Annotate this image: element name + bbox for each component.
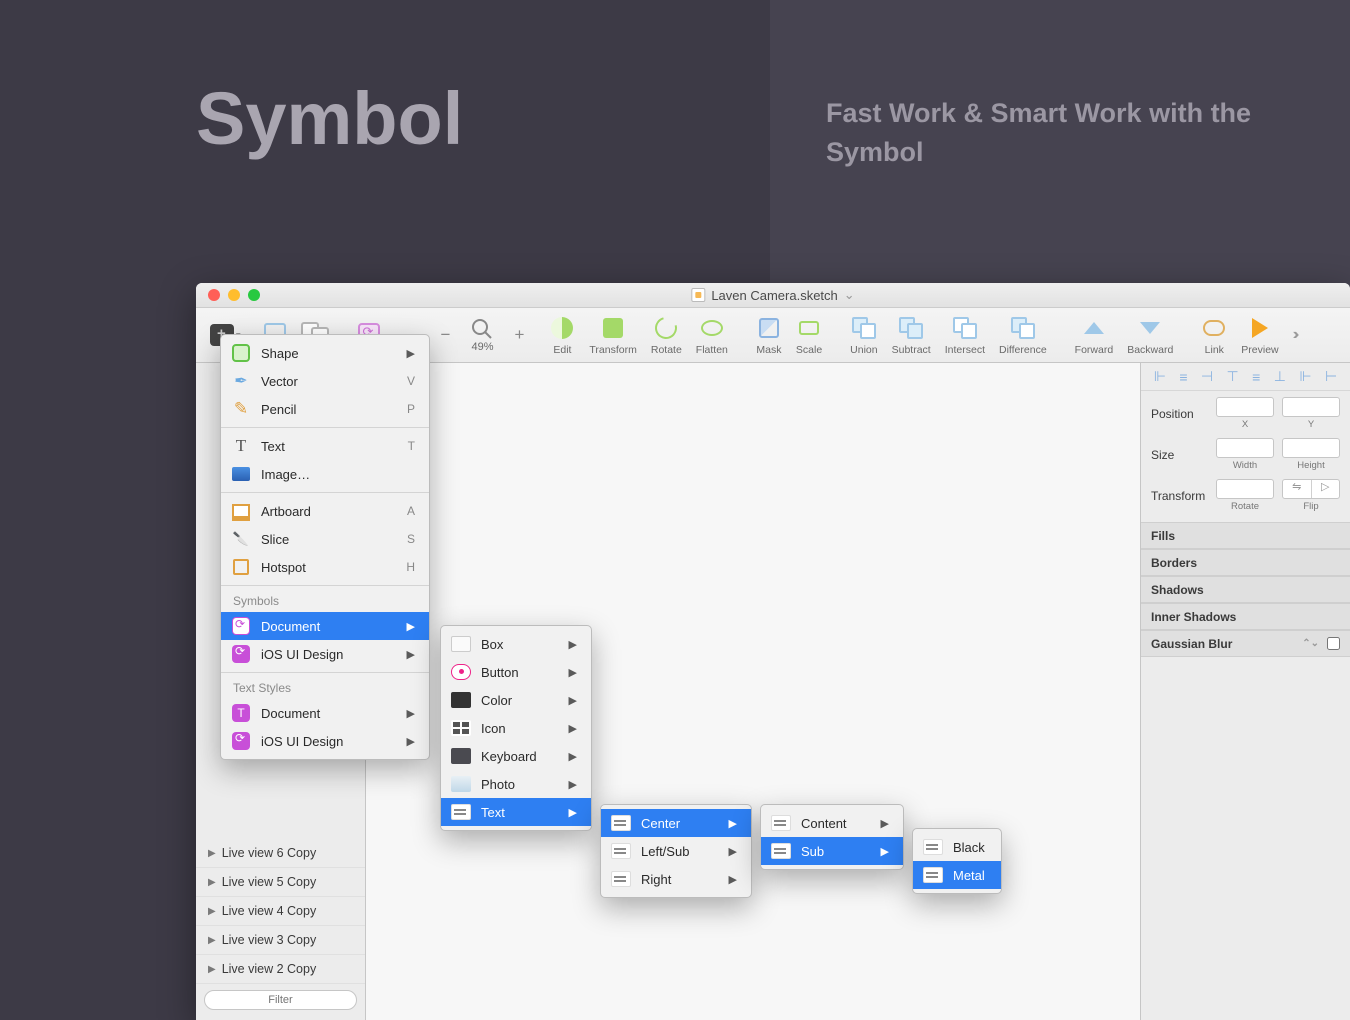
- submenu-item[interactable]: Content▶: [761, 809, 903, 837]
- align-center-h-icon[interactable]: ≡: [1179, 369, 1187, 385]
- document-submenu: Box▶Button▶Color▶Icon▶Keyboard▶Photo▶Tex…: [440, 625, 592, 831]
- titlebar: Laven Camera.sketch ⌄: [196, 283, 1350, 308]
- align-bottom-icon[interactable]: ⊥: [1274, 368, 1286, 385]
- submenu-item[interactable]: Photo▶: [441, 770, 591, 798]
- link-button[interactable]: Link: [1194, 315, 1234, 356]
- union-button[interactable]: Union: [843, 315, 884, 356]
- borders-section[interactable]: Borders: [1141, 549, 1350, 576]
- zoom-out-button[interactable]: −: [437, 325, 455, 345]
- backward-button[interactable]: Backward: [1120, 315, 1180, 356]
- scale-button[interactable]: Scale: [789, 315, 829, 356]
- text-submenu: Center▶Left/Sub▶Right▶: [600, 804, 752, 898]
- menu-text-styles-ios[interactable]: iOS UI Design▶: [221, 727, 429, 755]
- layer-item[interactable]: ▶Live view 4 Copy: [196, 897, 365, 926]
- rotate-input[interactable]: [1216, 479, 1274, 499]
- flip-control[interactable]: ⇋▷: [1282, 479, 1340, 499]
- intersect-button[interactable]: Intersect: [938, 315, 992, 356]
- forward-button[interactable]: Forward: [1068, 315, 1121, 356]
- difference-button[interactable]: Difference: [992, 315, 1054, 356]
- submenu-item[interactable]: Button▶: [441, 658, 591, 686]
- transform-label: Transform: [1151, 489, 1208, 503]
- mask-button[interactable]: Mask: [749, 315, 789, 356]
- menu-hotspot[interactable]: HotspotH: [221, 553, 429, 581]
- menu-artboard[interactable]: ArtboardA: [221, 497, 429, 525]
- insert-menu: Shape▶ VectorV PencilP TTextT Image… Art…: [220, 334, 430, 760]
- symbols-header: Symbols: [221, 590, 429, 612]
- transform-button[interactable]: Transform: [582, 315, 643, 356]
- menu-pencil[interactable]: PencilP: [221, 395, 429, 423]
- width-input[interactable]: [1216, 438, 1274, 458]
- submenu-item[interactable]: Box▶: [441, 630, 591, 658]
- position-y-input[interactable]: [1282, 397, 1340, 417]
- layer-item[interactable]: ▶Live view 5 Copy: [196, 868, 365, 897]
- menu-symbols-ios[interactable]: iOS UI Design▶: [221, 640, 429, 668]
- position-label: Position: [1151, 407, 1208, 421]
- distribute-h-icon[interactable]: ⊩: [1299, 368, 1311, 385]
- submenu-item[interactable]: Keyboard▶: [441, 742, 591, 770]
- align-center-v-icon[interactable]: ≡: [1252, 369, 1260, 385]
- hero-subtitle: Fast Work & Smart Work with the Symbol: [826, 94, 1350, 172]
- menu-image[interactable]: Image…: [221, 460, 429, 488]
- flatten-button[interactable]: Flatten: [689, 315, 735, 356]
- submenu-item[interactable]: Metal: [913, 861, 1001, 889]
- zoom-in-button[interactable]: +: [510, 325, 528, 345]
- distribute-v-icon[interactable]: ⊢: [1325, 368, 1337, 385]
- zoom-icon[interactable]: [248, 289, 260, 301]
- sub-submenu: BlackMetal: [912, 828, 1002, 894]
- window-title: Laven Camera.sketch: [711, 288, 837, 303]
- close-icon[interactable]: [208, 289, 220, 301]
- layer-item[interactable]: ▶Live view 6 Copy: [196, 839, 365, 868]
- layer-item[interactable]: ▶Live view 3 Copy: [196, 926, 365, 955]
- edit-button[interactable]: Edit: [542, 315, 582, 356]
- menu-text-styles-document[interactable]: TDocument▶: [221, 699, 429, 727]
- size-label: Size: [1151, 448, 1208, 462]
- shadows-section[interactable]: Shadows: [1141, 576, 1350, 603]
- submenu-item[interactable]: Icon▶: [441, 714, 591, 742]
- minimize-icon[interactable]: [228, 289, 240, 301]
- rotate-button[interactable]: Rotate: [644, 315, 689, 356]
- height-input[interactable]: [1282, 438, 1340, 458]
- inner-shadows-section[interactable]: Inner Shadows: [1141, 603, 1350, 630]
- preview-button[interactable]: Preview: [1234, 315, 1285, 356]
- file-icon: [691, 288, 705, 302]
- menu-vector[interactable]: VectorV: [221, 367, 429, 395]
- submenu-item[interactable]: Text▶: [441, 798, 591, 826]
- submenu-item[interactable]: Color▶: [441, 686, 591, 714]
- submenu-item[interactable]: Center▶: [601, 809, 751, 837]
- submenu-item[interactable]: Right▶: [601, 865, 751, 893]
- magnifier-icon: [470, 317, 494, 341]
- zoom-level: 49%: [454, 341, 510, 353]
- inspector-panel: ⊩ ≡ ⊣ ⊤ ≡ ⊥ ⊩ ⊢ Position X Y Size Width …: [1140, 363, 1350, 1020]
- menu-text[interactable]: TTextT: [221, 432, 429, 460]
- align-right-icon[interactable]: ⊣: [1201, 368, 1213, 385]
- position-x-input[interactable]: [1216, 397, 1274, 417]
- submenu-item[interactable]: Sub▶: [761, 837, 903, 865]
- gaussian-blur-section[interactable]: Gaussian Blur⌃⌄: [1141, 630, 1350, 657]
- filter-input[interactable]: [204, 990, 357, 1010]
- chevron-down-icon[interactable]: ⌄: [844, 287, 855, 303]
- subtract-button[interactable]: Subtract: [885, 315, 938, 356]
- center-submenu: Content▶Sub▶: [760, 804, 904, 870]
- menu-symbols-document[interactable]: Document▶: [221, 612, 429, 640]
- layer-item[interactable]: ▶Live view 2 Copy: [196, 955, 365, 984]
- hero-title: Symbol: [196, 76, 463, 161]
- fills-section[interactable]: Fills: [1141, 522, 1350, 549]
- toolbar-overflow[interactable]: ››: [1286, 326, 1303, 344]
- submenu-item[interactable]: Black: [913, 833, 1001, 861]
- align-top-icon[interactable]: ⊤: [1227, 368, 1239, 385]
- text-styles-header: Text Styles: [221, 677, 429, 699]
- align-left-icon[interactable]: ⊩: [1154, 368, 1166, 385]
- menu-slice[interactable]: SliceS: [221, 525, 429, 553]
- submenu-item[interactable]: Left/Sub▶: [601, 837, 751, 865]
- blur-checkbox[interactable]: [1327, 637, 1340, 650]
- menu-shape[interactable]: Shape▶: [221, 339, 429, 367]
